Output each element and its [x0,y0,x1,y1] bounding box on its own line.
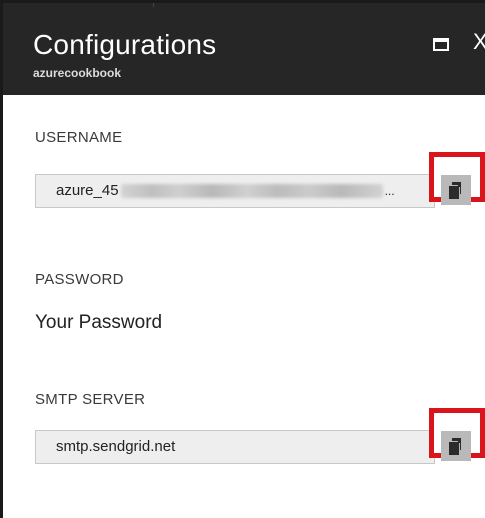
smtp-copy-button[interactable] [441,431,471,461]
header-divider [153,3,154,7]
blade-header: Configurations azurecookbook X [3,3,485,95]
configurations-blade: Configurations azurecookbook X USERNAME … [0,0,485,518]
username-field[interactable]: azure_45... [35,174,435,208]
username-label: USERNAME [35,129,123,146]
redacted-value [120,184,383,199]
password-label: PASSWORD [35,271,124,288]
close-icon[interactable]: X [473,31,485,53]
smtp-copy-highlight [429,408,485,461]
username-copy-highlight [429,152,485,205]
password-value: Your Password [35,312,163,333]
truncation-ellipsis: ... [384,184,395,199]
blade-title: Configurations [33,29,217,60]
smtp-server-field[interactable]: smtp.sendgrid.net [35,430,435,464]
username-copy-button[interactable] [441,175,471,205]
smtp-server-value: smtp.sendgrid.net [56,438,176,455]
username-value: azure_45 [56,182,119,199]
copy-icon [449,442,459,455]
copy-icon [449,186,459,199]
smtp-server-label: SMTP SERVER [35,391,146,408]
blade-subtitle: azurecookbook [33,66,122,80]
maximize-icon[interactable] [433,38,449,51]
